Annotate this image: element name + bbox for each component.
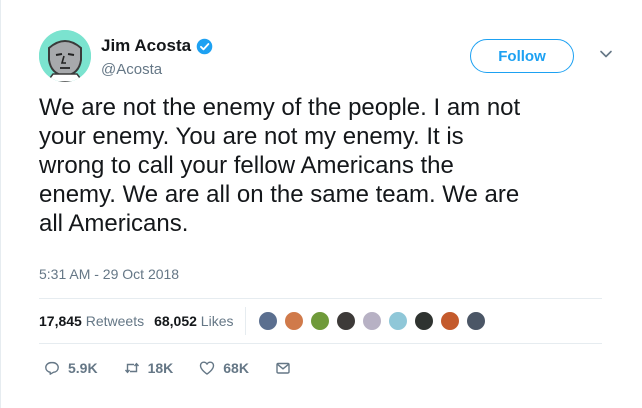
liker-avatar-9[interactable]	[466, 311, 487, 331]
like-button[interactable]: 68K	[199, 360, 249, 376]
likes-label: Likes	[200, 313, 234, 329]
retweets-label: Retweets	[85, 313, 145, 329]
retweet-button[interactable]: 18K	[124, 360, 174, 376]
stats-separator	[245, 307, 247, 335]
avatar[interactable]	[39, 30, 91, 82]
liker-avatar-2[interactable]	[284, 311, 305, 331]
divider-bottom	[39, 343, 602, 344]
engagement-stats: 17,845 Retweets 68,052 Likes	[39, 303, 602, 339]
liker-avatar-5[interactable]	[362, 311, 383, 331]
liker-avatar-3[interactable]	[310, 311, 331, 331]
reply-count: 5.9K	[68, 360, 98, 376]
liker-avatar-1[interactable]	[258, 311, 279, 331]
tweet-timestamp[interactable]: 5:31 AM - 29 Oct 2018	[39, 266, 179, 282]
card-border	[0, 0, 1, 408]
tweet-text: We are not the enemy of the people. I am…	[39, 94, 521, 237]
verified-badge-icon	[196, 38, 213, 54]
reply-button[interactable]: 5.9K	[44, 360, 98, 376]
liker-avatar-8[interactable]	[440, 311, 461, 331]
tweet-header: Jim Acosta @Acosta Follow	[39, 30, 618, 84]
display-name[interactable]: Jim Acosta	[101, 36, 191, 56]
like-count: 68K	[223, 360, 249, 376]
follow-button[interactable]: Follow	[470, 39, 574, 73]
likes-count: 68,052	[154, 313, 197, 329]
tweet-actions: 5.9K 18K 68K	[44, 356, 325, 380]
retweets-count: 17,845	[39, 313, 82, 329]
npc-face-icon	[39, 30, 91, 82]
retweet-count: 18K	[147, 360, 174, 376]
retweets-stat[interactable]: 17,845 Retweets	[39, 313, 144, 329]
envelope-icon	[276, 362, 290, 374]
chevron-down-icon[interactable]	[599, 47, 613, 61]
reply-icon	[45, 361, 59, 375]
direct-message-button[interactable]	[275, 360, 299, 376]
heart-icon	[200, 361, 215, 375]
display-name-row: Jim Acosta	[101, 35, 213, 57]
liker-avatar-7[interactable]	[414, 311, 435, 331]
author-handle[interactable]: @Acosta	[101, 61, 213, 78]
retweet-icon	[124, 362, 139, 374]
divider-top	[39, 298, 602, 299]
liker-avatar-4[interactable]	[336, 311, 357, 331]
liker-avatars	[258, 311, 492, 331]
tweet-card: Jim Acosta @Acosta Follow We are not the…	[0, 0, 642, 408]
likes-stat[interactable]: 68,052 Likes	[154, 313, 233, 329]
author-names: Jim Acosta @Acosta	[101, 35, 213, 78]
liker-avatar-6[interactable]	[388, 311, 409, 331]
